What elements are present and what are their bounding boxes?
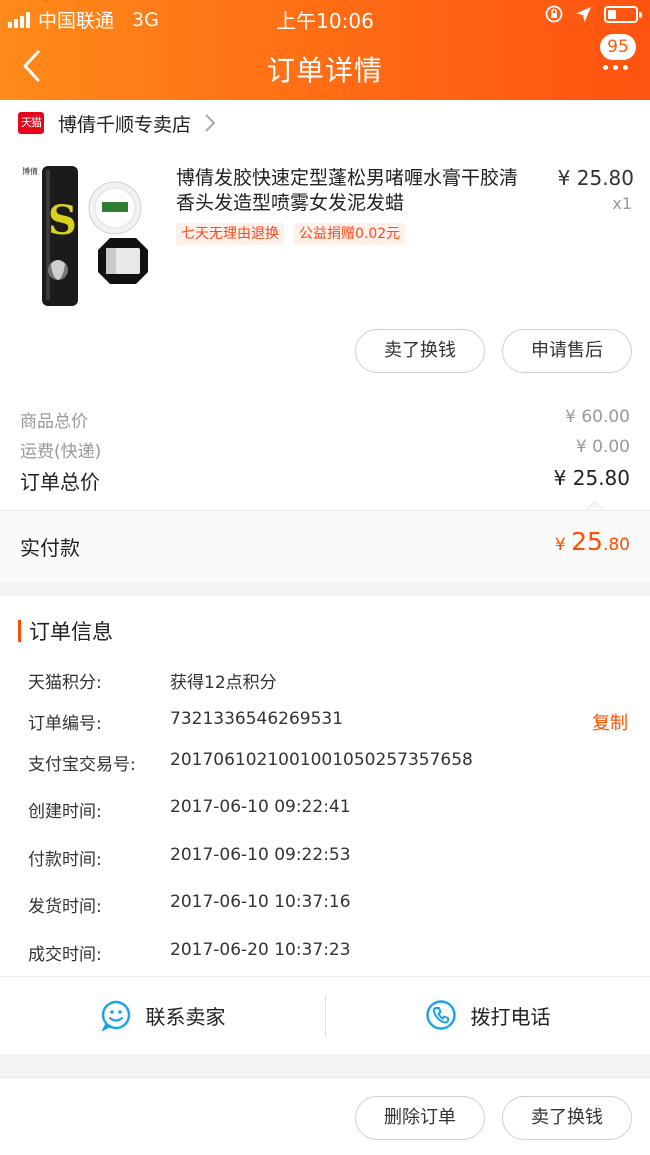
product-quantity: x1	[612, 194, 632, 213]
shipping-value: ¥ 0.00	[575, 437, 630, 457]
call-phone-button[interactable]: 拨打电话	[325, 977, 650, 1053]
actual-payment-row: 实付款 ¥ 25.80	[0, 510, 650, 582]
svg-text:博倩: 博倩	[22, 166, 38, 176]
delete-order-button[interactable]: 删除订单	[355, 1096, 485, 1140]
product-tags: 七天无理由退换 公益捐赠0.02元	[176, 223, 406, 245]
payment-currency: ¥	[554, 535, 572, 555]
status-right	[545, 5, 642, 23]
order-info-card: 订单信息 天猫积分: 获得12点积分 订单编号: 732133654626953…	[0, 596, 650, 1054]
battery-icon	[604, 5, 642, 23]
info-value: 2017-06-10 09:22:53	[170, 845, 351, 865]
payment-decimal: .80	[602, 535, 630, 555]
info-key: 成交时间:	[28, 945, 102, 965]
info-value: 获得12点积分	[170, 673, 277, 693]
more-dots-icon	[603, 65, 628, 70]
info-value: 7321336546269531	[170, 709, 344, 729]
product-image[interactable]: 博倩 S	[18, 160, 158, 308]
status-bar: 中国联通 3G 上午10:06	[0, 0, 650, 34]
info-key: 发货时间:	[28, 897, 102, 917]
phone-icon	[425, 1000, 456, 1030]
info-key: 订单编号:	[28, 714, 102, 734]
bottom-action-bar: 删除订单 卖了换钱	[0, 1077, 650, 1155]
shop-name: 博倩千顺专卖店	[58, 113, 192, 136]
goods-total-label: 商品总价	[20, 412, 88, 432]
info-key: 支付宝交易号:	[28, 755, 136, 775]
info-value: 2017061021001001050257357658	[170, 750, 473, 770]
nav-bar: 订单详情 95	[0, 34, 650, 100]
order-total-label: 订单总价	[20, 470, 100, 494]
goods-total-row: 商品总价 ¥ 60.00	[0, 407, 650, 432]
tag-seven-day-return: 七天无理由退换	[176, 223, 284, 245]
chat-smile-icon	[101, 1000, 130, 1031]
location-arrow-icon	[576, 6, 591, 22]
copy-order-number-button[interactable]: 复制	[592, 709, 628, 735]
product-thumbnail-icon: 博倩 S	[22, 166, 148, 306]
contact-seller-label: 联系卖家	[145, 1004, 226, 1029]
page-title: 订单详情	[266, 54, 383, 87]
bottom-sell-for-cash-button[interactable]: 卖了换钱	[502, 1096, 632, 1140]
order-info-heading: 订单信息	[18, 616, 113, 646]
actual-payment-value: ¥ 25.80	[555, 527, 630, 556]
payment-integer: 25	[571, 527, 603, 556]
order-total-value: ¥ 25.80	[553, 466, 630, 490]
contact-seller-button[interactable]: 联系卖家	[0, 977, 325, 1053]
heading-accent-bar	[18, 620, 21, 642]
orientation-lock-icon	[545, 5, 563, 23]
contact-bar: 联系卖家 拨打电话	[0, 976, 650, 1052]
chevron-right-icon	[205, 114, 216, 132]
product-image-letter: S	[48, 197, 77, 244]
actual-payment-label: 实付款	[20, 536, 80, 560]
info-value: 2017-06-10 09:22:41	[170, 797, 351, 817]
call-phone-label: 拨打电话	[470, 1004, 551, 1029]
battery-level	[608, 9, 616, 19]
order-summary-card: 天猫 博倩千顺专卖店 博倩 S 博倩发胶快速定型蓬松男啫喱水膏干胶清香头发造型喷…	[0, 100, 650, 582]
message-count-badge: 95	[600, 34, 636, 60]
header: 中国联通 3G 上午10:06 订单详情 95	[0, 0, 650, 100]
shipping-label: 运费(快递)	[20, 442, 102, 462]
order-total-row: 订单总价 ¥ 25.80	[0, 466, 650, 495]
info-key: 付款时间:	[28, 850, 102, 870]
info-value: 2017-06-10 10:37:16	[170, 892, 351, 912]
shop-row[interactable]: 天猫 博倩千顺专卖店	[0, 100, 650, 146]
sell-for-cash-button[interactable]: 卖了换钱	[355, 329, 485, 373]
more-menu-button[interactable]: 95	[592, 34, 636, 84]
goods-total-value: ¥ 60.00	[565, 407, 630, 427]
order-info-title: 订单信息	[29, 620, 113, 644]
info-key: 天猫积分:	[28, 673, 102, 693]
tag-charity-donation: 公益捐赠0.02元	[294, 223, 406, 245]
product-item[interactable]: 博倩 S 博倩发胶快速定型蓬松男啫喱水膏干胶清香头发造型喷雾女发泥发蜡 ¥ 25…	[0, 146, 650, 326]
info-value: 2017-06-20 10:37:23	[170, 940, 351, 960]
product-title[interactable]: 博倩发胶快速定型蓬松男啫喱水膏干胶清香头发造型喷雾女发泥发蜡	[176, 166, 536, 216]
info-key: 创建时间:	[28, 802, 102, 822]
product-price: ¥ 25.80	[557, 166, 634, 190]
tmall-logo-icon: 天猫	[18, 112, 44, 134]
after-sales-button[interactable]: 申请售后	[502, 329, 632, 373]
shipping-row: 运费(快递) ¥ 0.00	[0, 437, 650, 462]
